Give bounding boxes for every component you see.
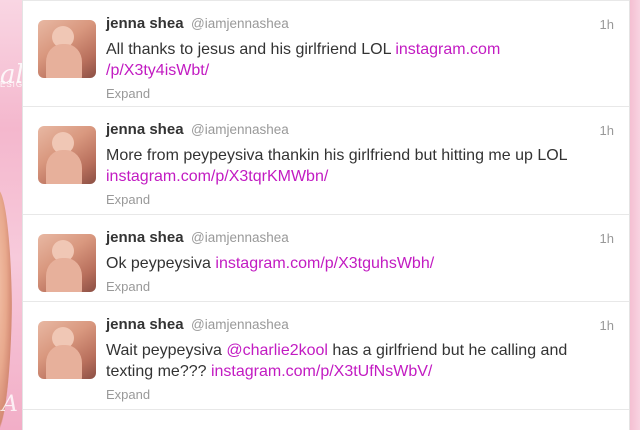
avatar[interactable] bbox=[38, 234, 96, 292]
tweet-time[interactable]: 1h bbox=[600, 231, 614, 246]
background-sparkle-decoration: A bbox=[2, 392, 18, 417]
tweet-body: Ok peypeysiva bbox=[106, 255, 216, 272]
mention-link[interactable]: @charlie2kool bbox=[226, 342, 328, 359]
tweet-text: More from peypeysiva thankin his girlfri… bbox=[106, 145, 606, 187]
tweet-text: All thanks to jesus and his girlfriend L… bbox=[106, 39, 606, 81]
tweet-body: More from peypeysiva thankin his girlfri… bbox=[106, 147, 568, 164]
user-handle[interactable]: @iamjennashea bbox=[191, 230, 289, 245]
user-handle[interactable]: @iamjennashea bbox=[191, 16, 289, 31]
tweet[interactable]: jenna shea @iamjennashea 1h More from pe… bbox=[23, 107, 629, 215]
expand-link[interactable]: Expand bbox=[106, 192, 150, 207]
tweet-time[interactable]: 1h bbox=[600, 17, 614, 32]
background-tag-decoration: ESIG bbox=[0, 80, 24, 89]
user-name[interactable]: jenna shea bbox=[106, 229, 184, 246]
avatar[interactable] bbox=[38, 126, 96, 184]
tweet-text: Ok peypeysiva instagram.com/p/X3tguhsWbh… bbox=[106, 253, 606, 274]
tweet-link[interactable]: instagram.com bbox=[395, 41, 500, 58]
user-name[interactable]: jenna shea bbox=[106, 316, 184, 333]
tweet-body: All thanks to jesus and his girlfriend L… bbox=[106, 41, 396, 58]
tweet-header: jenna shea @iamjennashea 1h bbox=[106, 15, 614, 35]
tweet-link[interactable]: instagram.com/p/X3tqrKMWbn/ bbox=[106, 168, 328, 185]
tweet-timeline: jenna shea @iamjennashea 1h All thanks t… bbox=[22, 0, 630, 430]
tweet[interactable]: jenna shea @iamjennashea 1h Ok peypeysiv… bbox=[23, 215, 629, 302]
tweet[interactable]: jenna shea @iamjennashea 1h Wait peypeys… bbox=[23, 302, 629, 410]
expand-link[interactable]: Expand bbox=[106, 279, 150, 294]
tweet-link[interactable]: instagram.com/p/X3tguhsWbh/ bbox=[215, 255, 434, 272]
tweet-time[interactable]: 1h bbox=[600, 123, 614, 138]
tweet-time[interactable]: 1h bbox=[600, 318, 614, 333]
background-right-decoration bbox=[630, 0, 640, 430]
tweet[interactable]: jenna shea @iamjennashea 1h All thanks t… bbox=[23, 0, 629, 107]
user-name[interactable]: jenna shea bbox=[106, 15, 184, 32]
tweet-body: Wait peypeysiva bbox=[106, 342, 227, 359]
tweet-link-continued[interactable]: /p/X3ty4isWbt/ bbox=[106, 62, 209, 79]
expand-link[interactable]: Expand bbox=[106, 387, 150, 402]
user-handle[interactable]: @iamjennashea bbox=[191, 317, 289, 332]
tweet-header: jenna shea @iamjennashea 1h bbox=[106, 229, 614, 249]
expand-link[interactable]: Expand bbox=[106, 86, 150, 101]
tweet-text: Wait peypeysiva @charlie2kool has a girl… bbox=[106, 340, 606, 382]
tweet-header: jenna shea @iamjennashea 1h bbox=[106, 316, 614, 336]
tweet-link[interactable]: instagram.com/p/X3tUfNsWbV/ bbox=[211, 363, 432, 380]
avatar[interactable] bbox=[38, 20, 96, 78]
tweet-header: jenna shea @iamjennashea 1h bbox=[106, 121, 614, 141]
user-handle[interactable]: @iamjennashea bbox=[191, 122, 289, 137]
avatar[interactable] bbox=[38, 321, 96, 379]
user-name[interactable]: jenna shea bbox=[106, 121, 184, 138]
